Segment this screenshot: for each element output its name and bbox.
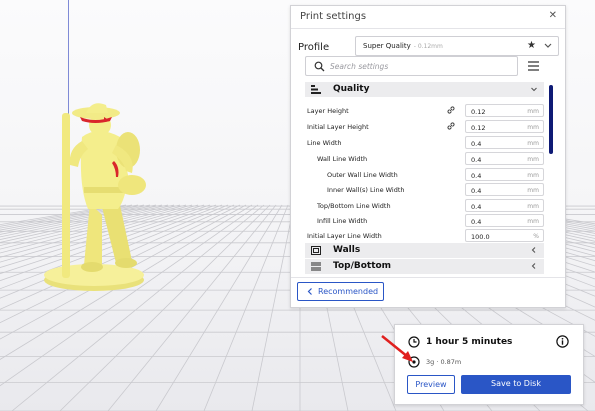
setting-row-inner-wall-line-width: Inner Wall(s) Line Width 0.4 mm <box>305 182 544 198</box>
category-label: Quality <box>333 84 370 94</box>
preview-button[interactable]: Preview <box>407 375 455 394</box>
search-settings-box[interactable] <box>305 56 518 76</box>
star-icon[interactable]: ★ <box>527 40 536 51</box>
profile-value: Super Quality - 0.12mm <box>363 42 443 50</box>
close-icon[interactable]: ✕ <box>549 10 557 21</box>
category-label: Top/Bottom <box>333 261 392 271</box>
profile-dropdown[interactable]: Super Quality - 0.12mm ★ <box>355 36 559 56</box>
setting-label: Top/Bottom Line Width <box>317 202 391 210</box>
divider <box>291 28 565 29</box>
setting-input[interactable]: 100.0% <box>465 229 544 242</box>
quality-icon <box>311 85 321 94</box>
chevron-left-icon <box>307 288 312 295</box>
print-time: 1 hour 5 minutes <box>426 337 513 347</box>
recommended-button[interactable]: Recommended <box>297 282 384 301</box>
setting-row-infill-line-width: Infill Line Width 0.4 mm <box>305 213 544 229</box>
print-settings-panel: Print settings ✕ Profile Super Quality - … <box>290 5 566 308</box>
setting-row-layer-height: Layer Height 0.12 mm <box>305 103 544 119</box>
setting-input[interactable]: 0.12 mm <box>465 120 544 133</box>
setting-label: Initial Layer Height <box>307 123 369 131</box>
chevron-down-icon <box>531 87 537 92</box>
menu-icon[interactable] <box>527 60 540 72</box>
setting-input[interactable]: 0.4 mm <box>465 199 544 212</box>
divider <box>291 277 565 278</box>
top-bottom-icon <box>311 262 321 271</box>
category-walls[interactable]: Walls <box>305 243 544 258</box>
setting-row-initial-layer-line-width: Initial Layer Line Width 100.0% <box>305 228 544 244</box>
setting-input[interactable]: 0.12 mm <box>465 104 544 117</box>
setting-row-initial-layer-height: Initial Layer Height 0.12 mm <box>305 119 544 135</box>
setting-label: Line Width <box>307 139 342 147</box>
setting-row-wall-line-width: Wall Line Width 0.4 mm <box>305 151 544 167</box>
setting-input[interactable]: 0.4 mm <box>465 183 544 196</box>
info-icon[interactable] <box>556 335 569 348</box>
material-usage: 3g · 0.87m <box>426 358 462 366</box>
setting-input[interactable]: 0.4 mm <box>465 214 544 227</box>
print-estimate-panel: 1 hour 5 minutes 3g · 0.87m Preview Save… <box>394 324 584 405</box>
profile-label: Profile <box>298 42 330 53</box>
setting-label: Inner Wall(s) Line Width <box>327 186 405 194</box>
model-figure[interactable] <box>40 95 152 295</box>
link-icon <box>447 106 455 114</box>
setting-row-top-bottom-line-width: Top/Bottom Line Width 0.4 mm <box>305 198 544 214</box>
save-to-disk-button[interactable]: Save to Disk <box>461 375 571 394</box>
setting-label: Outer Wall Line Width <box>327 171 398 179</box>
setting-row-outer-wall-line-width: Outer Wall Line Width 0.4 mm <box>305 167 544 183</box>
setting-input[interactable]: 0.4 mm <box>465 168 544 181</box>
settings-list: Quality Layer Height 0.12 mm Initial Laye… <box>305 82 544 274</box>
setting-input[interactable]: 0.4 mm <box>465 152 544 165</box>
panel-title: Print settings <box>300 11 367 22</box>
save-label: Save to Disk <box>491 379 541 388</box>
category-top-bottom[interactable]: Top/Bottom <box>305 259 544 274</box>
category-label: Walls <box>333 245 361 255</box>
chevron-down-icon <box>544 43 552 48</box>
recommended-label: Recommended <box>318 287 379 296</box>
search-input[interactable] <box>330 59 510 73</box>
setting-row-line-width: Line Width 0.4 mm <box>305 135 544 151</box>
chevron-left-icon <box>531 247 536 253</box>
setting-label: Infill Line Width <box>317 217 368 225</box>
setting-label: Layer Height <box>307 107 349 115</box>
clock-icon <box>408 336 420 348</box>
scrollbar-thumb[interactable] <box>549 85 553 154</box>
chevron-left-icon <box>531 263 536 269</box>
preview-label: Preview <box>415 380 447 389</box>
profile-subtext: - 0.12mm <box>413 43 443 50</box>
category-quality[interactable]: Quality <box>305 82 544 97</box>
spool-icon <box>408 356 420 368</box>
setting-label: Initial Layer Line Width <box>307 232 382 240</box>
setting-input[interactable]: 0.4 mm <box>465 136 544 149</box>
search-icon <box>314 61 325 72</box>
link-icon <box>447 122 455 130</box>
walls-icon <box>311 246 321 255</box>
setting-label: Wall Line Width <box>317 155 368 163</box>
